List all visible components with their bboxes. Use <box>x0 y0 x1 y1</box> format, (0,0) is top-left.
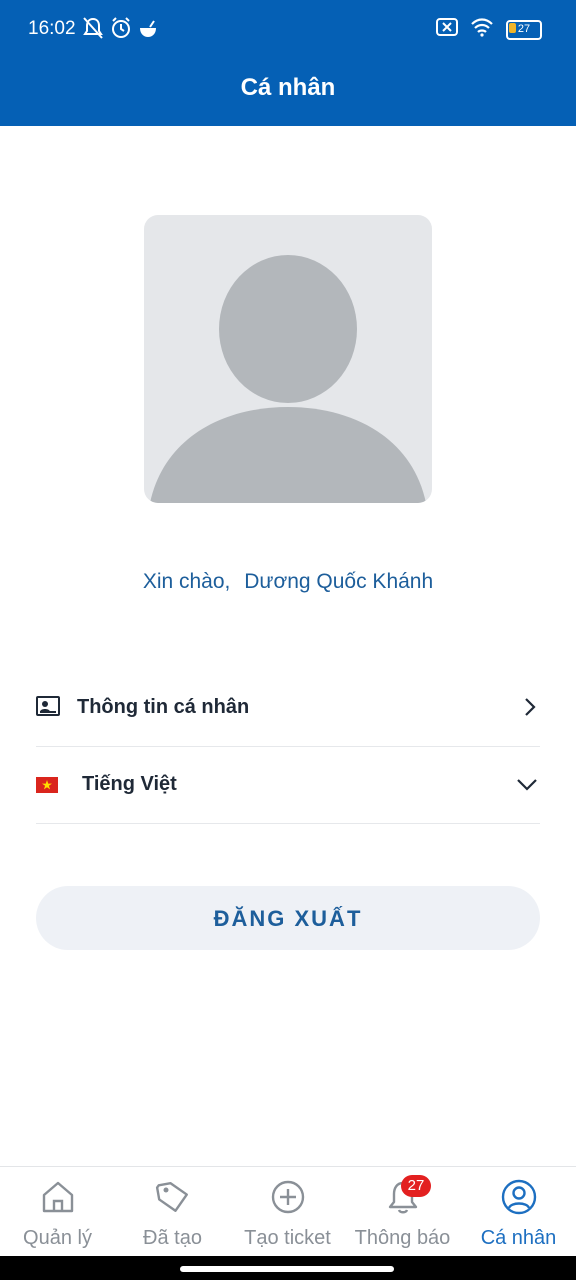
nav-label: Quản lý <box>23 1227 92 1249</box>
page-title: Cá nhân <box>240 74 336 101</box>
alarm-icon <box>112 17 130 38</box>
nav-label: Thông báo <box>354 1227 451 1249</box>
app-header: Cá nhân <box>0 58 576 126</box>
battery-icon: 27 <box>506 20 542 40</box>
logout-button[interactable]: ĐĂNG XUẤT <box>36 886 540 950</box>
mute-bell-icon <box>83 17 103 39</box>
nav-label: Đã tạo <box>143 1227 202 1249</box>
chevron-down-icon <box>517 779 537 791</box>
home-gesture-pill[interactable] <box>180 1266 394 1272</box>
gesture-bar <box>0 1256 576 1280</box>
menu-item-personal-info[interactable]: Thông tin cá nhân <box>36 670 540 747</box>
home-icon <box>42 1181 74 1213</box>
id-card-icon <box>36 696 60 716</box>
nav-item-tao-ticket[interactable]: Tạo ticket <box>230 1167 345 1257</box>
nav-item-ca-nhan[interactable]: Cá nhân <box>461 1167 576 1257</box>
chevron-right-icon <box>525 698 536 716</box>
notification-badge: 27 <box>401 1175 431 1197</box>
status-icons-left <box>82 16 158 40</box>
bottom-nav: Quản lý Đã tạo Tạo ticket Thông báo Cá n… <box>0 1166 576 1257</box>
battery-level: 27 <box>517 23 531 35</box>
user-name: Dương Quốc Khánh <box>244 570 434 593</box>
bowl-icon <box>140 20 156 37</box>
menu-item-language[interactable]: Tiếng Việt <box>36 747 540 824</box>
user-circle-icon <box>501 1179 537 1215</box>
user-placeholder-icon <box>150 255 426 503</box>
greeting-prefix: Xin chào, <box>142 570 231 593</box>
nav-label: Cá nhân <box>480 1227 557 1249</box>
nav-item-da-tao[interactable]: Đã tạo <box>115 1167 230 1257</box>
menu-label-language: Tiếng Việt <box>82 773 177 795</box>
wifi-icon <box>471 18 493 37</box>
nav-item-quan-ly[interactable]: Quản lý <box>0 1167 115 1257</box>
vietnam-flag-icon <box>36 777 58 793</box>
menu-label-personal-info: Thông tin cá nhân <box>77 696 250 718</box>
tag-icon <box>155 1182 188 1212</box>
status-time: 16:02 <box>28 18 76 39</box>
greeting: Xin chào, Dương Quốc Khánh <box>0 570 576 594</box>
nav-label: Tạo ticket <box>244 1227 331 1249</box>
avatar[interactable] <box>144 215 432 503</box>
logout-label: ĐĂNG XUẤT <box>213 906 363 931</box>
sim-x-icon <box>436 18 458 36</box>
plus-circle-icon <box>271 1180 305 1214</box>
status-bar: 16:02 27 <box>0 0 576 58</box>
